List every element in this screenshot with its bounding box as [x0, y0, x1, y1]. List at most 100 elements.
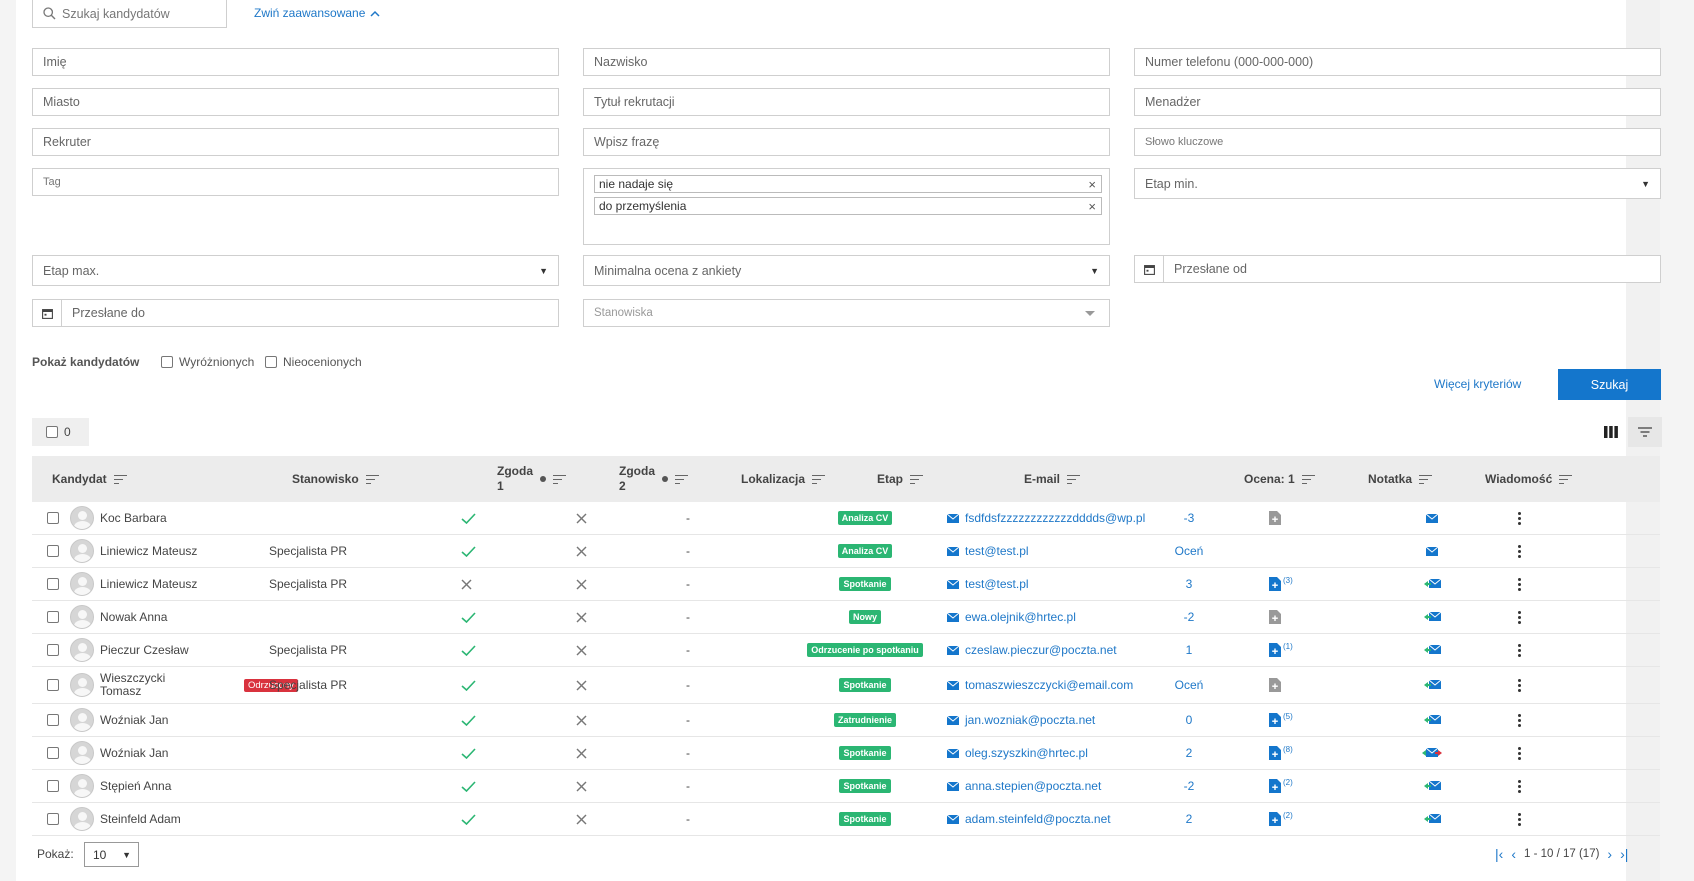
column-header-stage[interactable]: Etap: [877, 456, 924, 502]
filter-view-button[interactable]: [1628, 417, 1662, 447]
row-checkbox[interactable]: [47, 545, 59, 557]
row-checkbox[interactable]: [47, 512, 59, 524]
row-checkbox[interactable]: [47, 780, 59, 792]
message-thread-icon[interactable]: [1423, 579, 1441, 589]
table-row[interactable]: Woźniak Jan - Zatrudnienie jan.wozniak@pocz…: [32, 704, 1660, 737]
sort-icon[interactable]: [812, 474, 826, 484]
sort-icon[interactable]: [675, 474, 688, 484]
table-row[interactable]: Liniewicz Mateusz Specjalista PR - Analiza …: [32, 535, 1660, 568]
candidate-name[interactable]: Liniewicz Mateusz: [100, 577, 197, 591]
prev-page-icon[interactable]: ‹: [1511, 847, 1516, 861]
note-icon[interactable]: [1269, 610, 1281, 624]
row-checkbox[interactable]: [47, 644, 59, 656]
collapse-advanced-link[interactable]: Zwiń zaawansowane: [254, 6, 380, 20]
score-value[interactable]: Oceń: [1159, 678, 1219, 692]
phone-field[interactable]: Numer telefonu (000-000-000): [1134, 48, 1661, 76]
row-menu-icon[interactable]: [1518, 678, 1521, 692]
last-page-icon[interactable]: ›|: [1620, 847, 1628, 861]
sort-icon[interactable]: [1419, 474, 1433, 484]
score-value[interactable]: 2: [1159, 746, 1219, 760]
score-value[interactable]: -3: [1159, 511, 1219, 525]
per-page-select[interactable]: 10 ▼: [84, 842, 139, 867]
row-checkbox[interactable]: [47, 747, 59, 759]
keywords-field[interactable]: Słowo kluczowe: [1134, 128, 1661, 156]
column-header-score[interactable]: Ocena: 1: [1244, 456, 1315, 502]
email-link[interactable]: tomaszwieszczycki@email.com: [947, 678, 1133, 692]
note-icon[interactable]: [1269, 678, 1281, 692]
sort-icon[interactable]: [1067, 474, 1081, 484]
note-icon[interactable]: [1269, 746, 1281, 760]
unrated-checkbox-option[interactable]: Nieocenionych: [265, 355, 362, 369]
sort-icon[interactable]: [1301, 474, 1315, 484]
message-thread-icon[interactable]: [1423, 814, 1441, 824]
select-all-checkbox[interactable]: [46, 426, 58, 438]
message-icon[interactable]: [1426, 513, 1438, 523]
email-link[interactable]: oleg.szyszkin@hrtec.pl: [947, 746, 1088, 760]
row-menu-icon[interactable]: [1518, 812, 1521, 826]
sort-icon[interactable]: [365, 474, 379, 484]
candidate-name[interactable]: Liniewicz Mateusz: [100, 544, 197, 558]
candidate-search-input[interactable]: Szukaj kandydatów: [32, 0, 227, 28]
sort-icon[interactable]: [910, 474, 924, 484]
recruiter-field[interactable]: Rekruter: [32, 128, 559, 156]
score-value[interactable]: 0: [1159, 713, 1219, 727]
table-row[interactable]: Steinfeld Adam - Spotkanie adam.steinfeld@p…: [32, 803, 1660, 836]
table-row[interactable]: Koc Barbara - Analiza CV fsdfdsfzzzzzzzzzzz…: [32, 502, 1660, 535]
row-checkbox[interactable]: [47, 679, 59, 691]
search-button[interactable]: Szukaj: [1558, 369, 1661, 400]
more-criteria-link[interactable]: Więcej kryteriów: [1434, 377, 1521, 391]
email-link[interactable]: test@test.pl: [947, 544, 1029, 558]
column-header-consent1[interactable]: Zgoda 1: [497, 456, 566, 502]
table-row[interactable]: Stępień Anna - Spotkanie anna.stepien@poczt…: [32, 770, 1660, 803]
info-icon[interactable]: [540, 476, 546, 482]
note-icon[interactable]: [1269, 779, 1281, 793]
score-value[interactable]: -2: [1159, 779, 1219, 793]
table-row[interactable]: Woźniak Jan - Spotkanie oleg.szyszkin@hrtec…: [32, 737, 1660, 770]
column-header-consent2[interactable]: Zgoda 2: [619, 456, 688, 502]
row-menu-icon[interactable]: [1518, 544, 1521, 558]
candidate-name[interactable]: Stępień Anna: [100, 779, 171, 793]
row-menu-icon[interactable]: [1518, 746, 1521, 760]
selection-counter[interactable]: 0: [32, 418, 89, 446]
first-page-icon[interactable]: |‹: [1495, 847, 1503, 861]
row-menu-icon[interactable]: [1518, 713, 1521, 727]
row-checkbox[interactable]: [47, 611, 59, 623]
candidate-name[interactable]: Pieczur Czesław: [100, 643, 189, 657]
candidate-name[interactable]: Woźniak Jan: [100, 713, 168, 727]
first-name-field[interactable]: Imię: [32, 48, 559, 76]
row-menu-icon[interactable]: [1518, 577, 1521, 591]
selected-tags-box[interactable]: nie nadaje się × do przemyślenia ×: [583, 168, 1110, 245]
city-field[interactable]: Miasto: [32, 88, 559, 116]
score-value[interactable]: 1: [1159, 643, 1219, 657]
candidate-name[interactable]: Wieszczycki Tomasz: [100, 672, 165, 698]
column-header-note[interactable]: Notatka: [1368, 456, 1433, 502]
sent-from-date-field[interactable]: Przesłane od: [1134, 255, 1661, 283]
calendar-icon[interactable]: [33, 300, 62, 326]
column-header-position[interactable]: Stanowisko: [292, 456, 379, 502]
candidate-name[interactable]: Steinfeld Adam: [100, 812, 181, 826]
calendar-icon[interactable]: [1135, 256, 1164, 282]
score-value[interactable]: Oceń: [1159, 544, 1219, 558]
sort-icon[interactable]: [113, 474, 127, 484]
featured-checkbox-option[interactable]: Wyróżnionych: [161, 355, 254, 369]
candidate-name[interactable]: Koc Barbara: [100, 511, 167, 525]
table-row[interactable]: Wieszczycki Tomasz Odrzucony Specjalista PR…: [32, 667, 1660, 704]
message-thread-icon[interactable]: [1423, 680, 1441, 690]
email-link[interactable]: adam.steinfeld@poczta.net: [947, 812, 1111, 826]
note-icon[interactable]: [1269, 511, 1281, 525]
note-icon[interactable]: [1269, 713, 1281, 727]
row-menu-icon[interactable]: [1518, 610, 1521, 624]
note-icon[interactable]: [1269, 577, 1281, 591]
column-header-location[interactable]: Lokalizacja: [741, 456, 826, 502]
positions-select[interactable]: Stanowiska: [583, 299, 1110, 327]
email-link[interactable]: fsdfdsfzzzzzzzzzzzzdddds@wp.pl: [947, 511, 1145, 525]
last-name-field[interactable]: Nazwisko: [583, 48, 1110, 76]
candidate-name[interactable]: Woźniak Jan: [100, 746, 168, 760]
featured-checkbox[interactable]: [161, 356, 173, 368]
table-row[interactable]: Nowak Anna - Nowy ewa.olejnik@hrtec.pl -2: [32, 601, 1660, 634]
column-header-email[interactable]: E-mail: [1024, 456, 1081, 502]
sort-icon[interactable]: [1559, 474, 1573, 484]
table-row[interactable]: Pieczur Czesław Specjalista PR - Odrzucenie…: [32, 634, 1660, 667]
row-checkbox[interactable]: [47, 813, 59, 825]
note-icon[interactable]: [1269, 643, 1281, 657]
